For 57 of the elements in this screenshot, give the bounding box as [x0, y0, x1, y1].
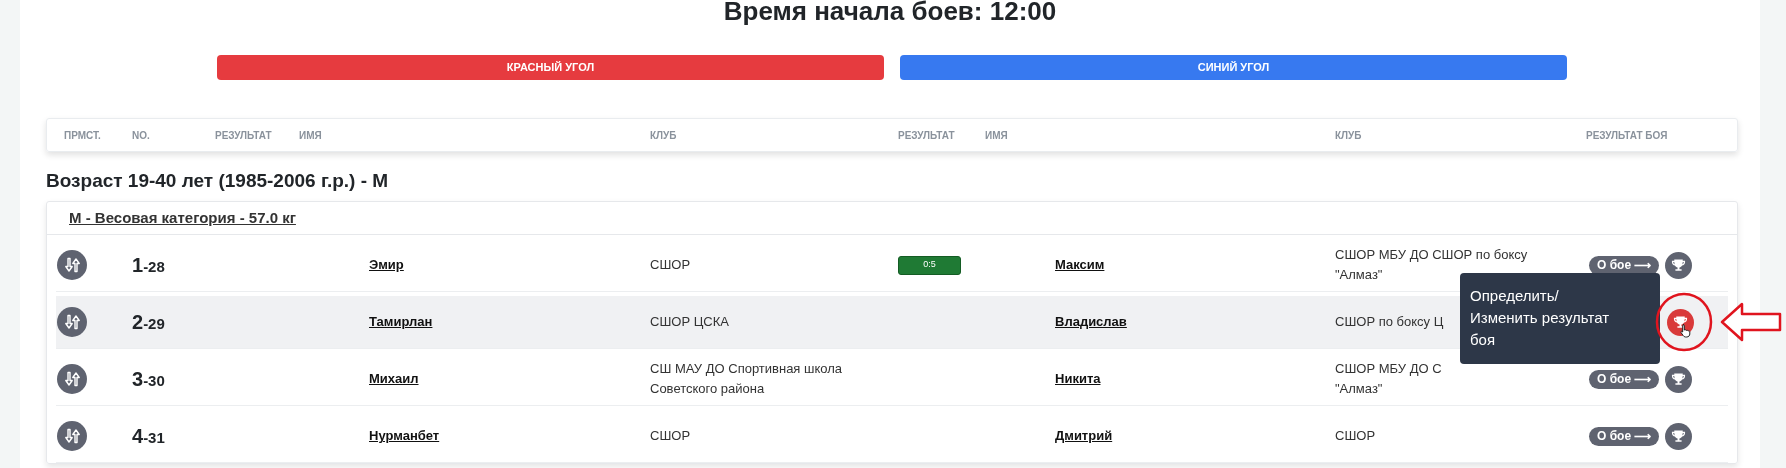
column-header: NO.	[132, 128, 151, 143]
result-badge: 0:5	[898, 255, 961, 275]
column-header: РЕЗУЛЬТАТ	[898, 128, 956, 143]
column-header: ИМЯ	[299, 128, 323, 143]
trophy-icon	[1671, 257, 1687, 273]
column-header: КЛУБ	[650, 128, 678, 143]
column-header: ПРМСТ.	[64, 128, 102, 143]
about-bout-button[interactable]: О бое ⟶	[1589, 255, 1660, 275]
corner-banner: КРАСНЫЙ УГОЛ	[217, 55, 884, 80]
fighter-name[interactable]: Михаил	[299, 369, 419, 389]
trophy-icon	[1671, 371, 1687, 387]
fighter-name[interactable]: Тамирлан	[299, 312, 433, 332]
tooltip: Определить/ Изменить результат боя	[1460, 273, 1660, 364]
club-name: СШОР	[650, 427, 691, 445]
column-header: ИМЯ	[985, 128, 1009, 143]
column-header: РЕЗУЛЬТАТ	[215, 128, 273, 143]
bout-number: -29	[143, 315, 165, 332]
club-name: СШ МАУ ДО Спортивная школа Советского района	[650, 360, 843, 398]
page-title: Время начала боев: 12:00	[722, 0, 1058, 26]
corner-banner: СИНИЙ УГОЛ	[900, 55, 1567, 80]
fighter-name[interactable]: Максим	[985, 255, 1105, 275]
bout-order: 2	[132, 311, 144, 333]
bout-order: 4	[132, 425, 144, 447]
fighter-name[interactable]: Нурманбет	[299, 426, 440, 446]
trophy-button[interactable]	[1667, 308, 1694, 336]
about-bout-button[interactable]: О бое ⟶	[1589, 369, 1660, 389]
category-link[interactable]: М - Весовая категория - 57.0 кг	[69, 206, 296, 230]
about-bout-button[interactable]: О бое ⟶	[1589, 426, 1660, 446]
column-header: КЛУБ	[1335, 128, 1363, 143]
hand-cursor-icon	[1680, 323, 1692, 338]
swap-icon[interactable]	[57, 364, 87, 394]
swap-icon[interactable]	[57, 307, 87, 337]
club-name: СШОР по боксу Ц	[1335, 313, 1444, 331]
bout-row[interactable]: 4-31 Нурманбет СШОР Дмитрий СШОР О бое ⟶	[56, 410, 1728, 463]
trophy-icon	[1673, 314, 1688, 330]
fighter-name[interactable]: Дмитрий	[985, 426, 1113, 446]
bout-number: -31	[143, 429, 165, 446]
bout-number: -30	[143, 372, 165, 389]
club-name: СШОР ЦСКА	[650, 313, 729, 331]
trophy-button[interactable]	[1665, 251, 1693, 279]
bout-order: 1	[132, 254, 144, 276]
column-header: РЕЗУЛЬТАТ БОЯ	[1586, 128, 1669, 143]
fighter-name[interactable]: Никита	[985, 369, 1101, 389]
club-name: СШОР	[650, 256, 691, 274]
club-name: СШОР МБУ ДО С "Алмаз"	[1335, 360, 1442, 398]
swap-icon[interactable]	[57, 250, 87, 280]
bout-order: 3	[132, 368, 144, 390]
trophy-icon	[1671, 428, 1687, 444]
fighter-name[interactable]: Владислав	[985, 312, 1127, 332]
trophy-button[interactable]	[1665, 422, 1693, 450]
highlight-ellipse	[1654, 292, 1714, 352]
group-heading: Возраст 19-40 лет (1985-2006 г.р.) - М	[46, 169, 390, 193]
club-name: СШОР	[1335, 427, 1376, 445]
fighter-name[interactable]: Эмир	[299, 255, 404, 275]
trophy-button[interactable]	[1665, 365, 1693, 393]
bout-number: -28	[143, 258, 165, 275]
swap-icon[interactable]	[57, 421, 87, 451]
